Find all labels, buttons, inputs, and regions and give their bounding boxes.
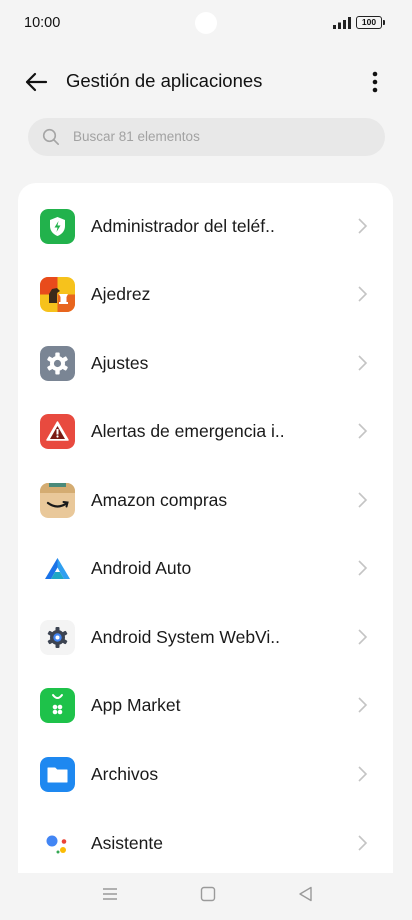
list-item[interactable]: Alertas de emergencia i.. — [18, 397, 393, 465]
app-market-icon — [40, 688, 75, 723]
list-item[interactable]: Ajedrez — [18, 260, 393, 328]
app-label: Asistente — [91, 833, 163, 853]
chess-icon — [40, 277, 75, 312]
chevron-right-icon — [358, 629, 368, 645]
list-item[interactable]: Archivos — [18, 740, 393, 808]
chevron-right-icon — [358, 218, 368, 234]
list-item[interactable]: Ajustes — [18, 329, 393, 397]
chevron-right-icon — [358, 697, 368, 713]
search-icon — [42, 128, 59, 145]
webview-gear-icon — [40, 620, 75, 655]
nav-back-icon[interactable] — [297, 885, 315, 903]
chevron-right-icon — [358, 286, 368, 302]
app-label: Ajustes — [91, 353, 149, 373]
list-item[interactable]: Asistente — [18, 809, 393, 873]
amazon-icon — [40, 483, 75, 518]
app-label: Ajedrez — [91, 284, 151, 304]
search-placeholder: Buscar 81 elementos — [73, 129, 200, 144]
chevron-right-icon — [358, 355, 368, 371]
app-label: Archivos — [91, 764, 159, 784]
app-bar: Gestión de aplicaciones — [0, 56, 412, 108]
more-options-icon[interactable] — [362, 66, 388, 98]
navigation-bar — [0, 873, 412, 920]
list-item[interactable]: Android System WebVi.. — [18, 603, 393, 671]
status-time: 10:00 — [24, 15, 61, 31]
chevron-right-icon — [358, 560, 368, 576]
app-label: App Market — [91, 695, 181, 715]
chevron-right-icon — [358, 492, 368, 508]
list-item[interactable]: Android Auto — [18, 534, 393, 602]
list-item[interactable]: Amazon compras — [18, 466, 393, 534]
status-bar: 10:00 100 — [0, 0, 412, 46]
recent-apps-icon[interactable] — [101, 885, 119, 903]
page-title: Gestión de aplicaciones — [66, 70, 263, 91]
emergency-alert-icon — [40, 414, 75, 449]
android-auto-icon — [40, 551, 75, 586]
folder-icon — [40, 757, 75, 792]
settings-gear-icon — [40, 346, 75, 381]
app-label: Amazon compras — [91, 490, 228, 510]
signal-icon — [333, 17, 351, 29]
list-item[interactable]: App Market — [18, 671, 393, 739]
app-label: Android System WebVi.. — [91, 627, 281, 647]
camera-cutout — [195, 12, 217, 34]
app-label: Android Auto — [91, 558, 192, 578]
assistant-icon — [40, 826, 75, 861]
list-item[interactable]: Administrador del teléf.. — [18, 192, 393, 260]
home-icon[interactable] — [199, 885, 217, 903]
back-arrow-icon[interactable] — [20, 66, 52, 98]
chevron-right-icon — [358, 835, 368, 851]
phone-manager-icon — [40, 209, 75, 244]
app-list: Administrador del teléf.. Ajedrez Ajuste… — [18, 183, 393, 873]
chevron-right-icon — [358, 766, 368, 782]
app-label: Alertas de emergencia i.. — [91, 421, 285, 441]
chevron-right-icon — [358, 423, 368, 439]
battery-icon: 100 — [356, 16, 385, 29]
search-input[interactable]: Buscar 81 elementos — [28, 118, 385, 156]
app-label: Administrador del teléf.. — [91, 216, 275, 236]
